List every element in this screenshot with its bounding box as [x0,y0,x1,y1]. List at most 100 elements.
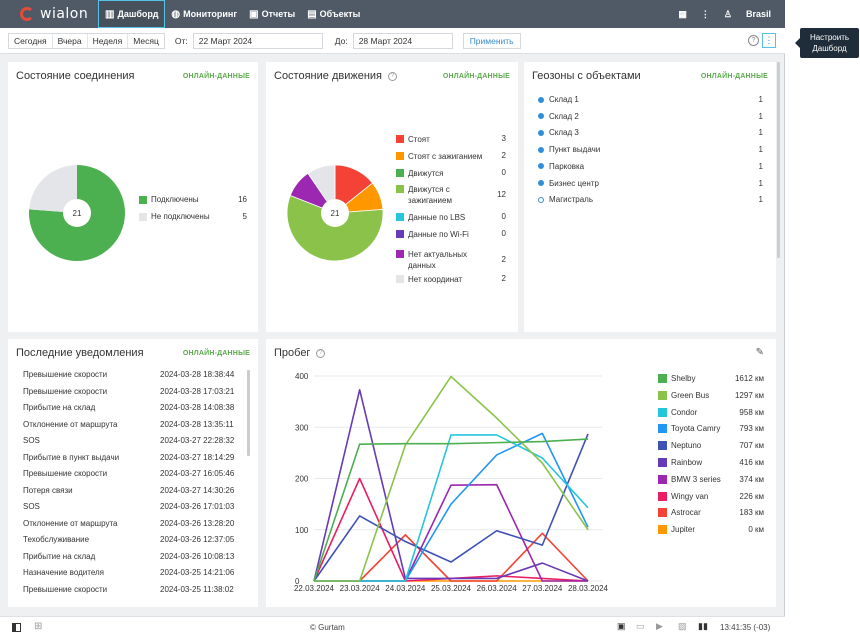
notification-item[interactable]: Отклонение от маршрута 2024-03-26 13:28:2… [23,519,243,528]
from-date-input[interactable]: 22 Март 2024 [192,32,323,49]
panel-toggle-icon[interactable] [12,623,21,632]
clock-time: 13:41:35 (-03) [720,623,771,632]
geofence-icon [538,180,544,186]
notification-item[interactable]: Назначение водителя 2024-03-25 14:21:06 [23,568,243,577]
notification-item[interactable]: Превышение скорости 2024-03-27 16:05:46 [23,469,243,478]
connection-status-card: Состояние соединения ОНЛАЙН-ДАННЫЕ 21 По… [8,62,258,332]
help-icon[interactable]: ? [748,35,759,46]
dashboard-settings-icon[interactable]: ⋮ [762,33,776,48]
more-vertical-icon[interactable]: ⋮ [701,9,710,20]
report-icon: ▣ [249,8,259,20]
mileage-legend-item[interactable]: Shelby 1612 км [658,374,764,383]
layout-icon[interactable]: ▮▮ [698,621,708,632]
video-icon[interactable]: ▶ [656,621,663,632]
nav-dashboard[interactable]: ▥ Дашборд [98,0,166,28]
mileage-legend-item[interactable]: BMW 3 series 374 км [658,474,764,484]
apps-grid-icon[interactable]: ▦ [678,9,687,20]
notification-item[interactable]: Отклонение от маршрута 2024-03-28 13:35:1… [23,420,243,429]
legend-label: Движутся с зажиганием [408,185,452,205]
period-week-button[interactable]: Неделя [88,33,129,48]
period-month-button[interactable]: Месяц [128,34,164,48]
notification-item[interactable]: Прибытие на склад 2024-03-28 14:08:38 [23,403,243,412]
movement-status-card: Состояние движения? ОНЛАЙН-ДАННЫЕ 21 Сто… [266,62,518,332]
legend-value: 3 [501,134,506,143]
legend-value: 0 км [748,525,764,535]
notification-item[interactable]: Прибытие на склад 2024-03-26 10:08:13 [23,552,243,561]
online-data-link[interactable]: ОНЛАЙН-ДАННЫЕ [183,73,250,80]
notifications-card: Последние уведомления ОНЛАЙН-ДАННЫЕ Прев… [8,339,258,607]
legend-item: Стоят [396,134,491,145]
legend-value: 5 [242,212,247,221]
image-icon[interactable]: ▨ [678,621,687,632]
notification-item[interactable]: Техобслуживание 2024-03-26 12:37:05 [23,535,243,544]
notification-time: 2024-03-25 11:38:02 [160,584,234,594]
logo[interactable]: wialon [20,6,98,22]
card-title: Геозоны с объектами [532,70,641,82]
bus-icon: ▤ [307,8,317,20]
mileage-legend-item[interactable]: Condor 958 км [658,407,764,417]
geofence-item[interactable]: Парковка 1 [538,162,763,171]
legend-label: Не подключены [151,212,210,221]
notification-item[interactable]: Прибытие в пункт выдачи 2024-03-27 18:14:… [23,453,243,462]
legend-label: Нет актуальных данных [408,250,468,270]
notification-item[interactable]: SOS 2024-03-27 22:28:32 [23,436,243,445]
legend-value: 2 [501,274,506,283]
help-icon[interactable]: ? [388,71,398,81]
notification-item[interactable]: Превышение скорости 2024-03-28 17:03:21 [23,387,243,396]
mileage-legend-item[interactable]: Wingy van 226 км [658,491,764,501]
mileage-legend-item[interactable]: Rainbow 416 км [658,458,764,467]
mileage-legend-item[interactable]: Green Bus 1297 км [658,390,764,400]
notification-time: 2024-03-28 14:08:38 [160,403,235,412]
notification-item[interactable]: Превышение скорости 2024-03-28 18:38:44 [23,370,243,379]
wrench-icon[interactable]: ✎ [756,347,764,358]
notification-label: Прибытие на склад [23,551,96,561]
online-data-link[interactable]: ОНЛАЙН-ДАННЫЕ [443,73,510,80]
legend-label: Подключены [151,195,199,204]
geofence-item[interactable]: Склад 2 1 [538,112,763,121]
nav-objects[interactable]: ▤ Объекты [301,0,366,28]
notification-item[interactable]: SOS 2024-03-26 17:01:03 [23,502,243,511]
contacts-icon[interactable]: ▣ [617,621,626,632]
swatch [396,135,404,143]
swatch [658,474,667,484]
to-date-input[interactable]: 28 Март 2024 [352,32,453,49]
legend-label: Wingy van [671,491,709,501]
notification-item[interactable]: Превышение скорости 2024-03-25 11:38:02 [23,585,243,594]
geofence-item[interactable]: Бизнес центр 1 [538,179,763,188]
apply-button[interactable]: Применить [462,32,521,49]
swatch [396,275,404,283]
user-icon[interactable]: ♙ [724,9,732,20]
legend-value: 374 км [739,474,764,484]
notification-label: Отклонение от маршрута [23,518,118,528]
page-scrollbar-thumb[interactable] [777,62,780,258]
series-line-shelby[interactable] [313,438,589,582]
nav-reports[interactable]: ▣ Отчеты [243,0,301,28]
x-tick-label: 24.03.2024 [385,584,426,593]
grid-icon[interactable]: ⊞ [34,621,42,632]
scrollbar-thumb[interactable] [247,370,250,456]
notification-item[interactable]: Потеря связи 2024-03-27 14:30:26 [23,486,243,495]
geofence-item[interactable]: Пункт выдачи 1 [538,145,763,154]
mileage-legend-item[interactable]: Astrocar 183 км [658,508,764,518]
series-line-astrocar[interactable] [314,532,589,582]
period-yesterday-button[interactable]: Вчера [53,33,88,48]
legend-value: 183 км [739,508,764,518]
mileage-legend-item[interactable]: Toyota Camry 793 км [658,424,764,434]
user-name[interactable]: Brasil [746,9,771,19]
y-tick-label: 400 [295,372,309,381]
period-today-button[interactable]: Сегодня [9,33,53,48]
legend-label: BMW 3 series [671,474,721,484]
online-data-link[interactable]: ОНЛАЙН-ДАННЫЕ [701,73,768,80]
geofence-item[interactable]: Склад 3 1 [538,128,763,137]
online-data-link[interactable]: ОНЛАЙН-ДАННЫЕ [183,350,250,357]
legend-item: Движутся с зажиганием [396,184,491,206]
geofence-item[interactable]: Склад 1 1 [538,95,763,104]
nav-monitoring[interactable]: ◍ Мониторинг [165,0,243,28]
mileage-legend-item[interactable]: Jupiter 0 км [658,525,764,535]
geofence-item[interactable]: Магистраль 1 [538,195,763,204]
messages-icon[interactable]: ▭ [636,621,645,632]
tooltip-line-2: Дашборд [812,44,847,53]
legend-value: 16 [238,195,247,204]
swatch [396,250,404,258]
mileage-legend-item[interactable]: Neptuno 707 км [658,441,764,451]
